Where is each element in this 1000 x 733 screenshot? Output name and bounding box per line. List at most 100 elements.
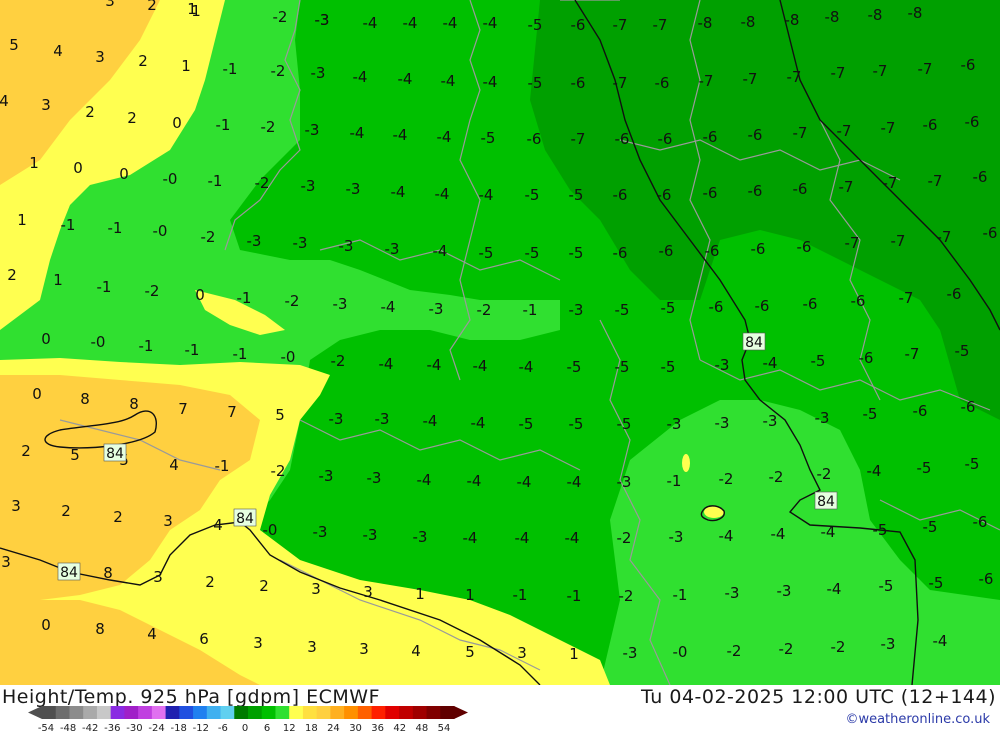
temperature-label: -6 xyxy=(983,224,998,242)
scale-tick-label: -36 xyxy=(104,723,120,732)
temperature-label: -5 xyxy=(567,358,582,376)
temperature-label: -6 xyxy=(615,130,630,148)
temperature-label: 2 xyxy=(147,0,157,14)
temperature-label: -5 xyxy=(525,244,540,262)
temperature-label: 3 xyxy=(105,0,115,10)
temperature-label: -4 xyxy=(381,298,396,316)
temperature-label: 3 xyxy=(153,568,163,586)
temperature-label: -8 xyxy=(785,11,800,29)
scale-tick-label: 18 xyxy=(305,723,318,732)
temperature-label: -3 xyxy=(413,528,428,546)
temperature-label: 1 xyxy=(465,586,475,604)
temperature-label: -4 xyxy=(403,14,418,32)
temperature-label: -4 xyxy=(398,70,413,88)
color-swatch xyxy=(440,706,455,719)
color-swatch xyxy=(124,706,139,719)
temperature-label: -3 xyxy=(715,414,730,432)
temperature-label: -1 xyxy=(108,219,123,237)
color-swatch xyxy=(248,706,263,719)
temperature-label: -1 xyxy=(223,60,238,78)
scale-tick-label: -6 xyxy=(218,723,228,732)
temperature-label: -6 xyxy=(659,242,674,260)
temperature-label: -8 xyxy=(741,13,756,31)
contour-label-84: 84 xyxy=(233,508,257,527)
temperature-label: -7 xyxy=(613,16,628,34)
svg-text:84: 84 xyxy=(745,335,763,351)
temperature-label: -6 xyxy=(703,184,718,202)
temperature-label: -6 xyxy=(748,182,763,200)
temperature-label: -1 xyxy=(237,289,252,307)
scale-arrow-right xyxy=(454,706,468,719)
color-swatch xyxy=(151,706,167,719)
temperature-label: -4 xyxy=(827,580,842,598)
temperature-label: -5 xyxy=(615,358,630,376)
temperature-label: -5 xyxy=(617,415,632,433)
temperature-label: -4 xyxy=(471,414,486,432)
temperature-label: -5 xyxy=(481,129,496,147)
temperature-label: -2 xyxy=(769,468,784,486)
temperature-label: -3 xyxy=(763,412,778,430)
temperature-label: -3 xyxy=(315,11,330,29)
temperature-label: -1 xyxy=(185,341,200,359)
temperature-label: -4 xyxy=(567,473,582,491)
temperature-label: -5 xyxy=(917,459,932,477)
temperature-label: -3 xyxy=(569,301,584,319)
temperature-label: -0 xyxy=(91,333,106,351)
temperature-label: -7 xyxy=(905,345,920,363)
temperature-label: -5 xyxy=(923,518,938,536)
temperature-label: 4 xyxy=(169,456,179,474)
temperature-label: 0 xyxy=(41,330,51,348)
color-swatch xyxy=(385,706,400,719)
temperature-label: -3 xyxy=(881,635,896,653)
color-swatch xyxy=(357,706,373,719)
temperature-label: -1 xyxy=(673,586,688,604)
temperature-label: -2 xyxy=(619,587,634,605)
temperature-label: 4 xyxy=(53,42,63,60)
temperature-label: -6 xyxy=(913,402,928,420)
temperature-label: -4 xyxy=(437,128,452,146)
temperature-label: 1 xyxy=(29,154,39,172)
temperature-label: -2 xyxy=(145,282,160,300)
scale-tick-label: 24 xyxy=(327,723,340,732)
temperature-label: -6 xyxy=(703,128,718,146)
temperature-label: 2 xyxy=(113,508,123,526)
temperature-label: -2 xyxy=(831,638,846,656)
temperature-label: -6 xyxy=(797,238,812,256)
temperature-label: -1 xyxy=(215,457,230,475)
temperature-label: -4 xyxy=(479,186,494,204)
temperature-label: -5 xyxy=(929,574,944,592)
scale-tick-label: -18 xyxy=(170,723,186,732)
temperature-label: -7 xyxy=(793,124,808,142)
color-swatch xyxy=(261,706,276,719)
credit-link[interactable]: ©weatheronline.co.uk xyxy=(845,712,990,727)
temperature-label: -5 xyxy=(879,577,894,595)
color-swatch xyxy=(316,706,331,719)
temperature-label: -4 xyxy=(515,529,530,547)
temperature-label: 4 xyxy=(0,92,9,110)
temperature-label: 7 xyxy=(227,403,237,421)
color-swatch xyxy=(110,706,125,719)
temperature-label: -2 xyxy=(779,640,794,658)
temperature-label: -4 xyxy=(519,358,534,376)
color-swatch xyxy=(412,706,428,719)
temperature-label: -2 xyxy=(331,352,346,370)
temperature-label: -6 xyxy=(859,349,874,367)
temperature-label: -4 xyxy=(363,14,378,32)
temperature-label: -3 xyxy=(623,644,638,662)
temperature-label: -5 xyxy=(955,342,970,360)
temperature-label: -7 xyxy=(937,228,952,246)
temperature-label: -6 xyxy=(613,244,628,262)
color-swatch xyxy=(193,706,208,719)
temperature-label: -5 xyxy=(569,186,584,204)
scale-tick-label: -42 xyxy=(82,723,98,732)
temperature-label: 3 xyxy=(359,640,369,658)
temperature-label: -6 xyxy=(973,513,988,531)
temperature-label: -5 xyxy=(873,521,888,539)
temperature-label: -0 xyxy=(163,170,178,188)
temperature-label: -7 xyxy=(928,172,943,190)
temperature-label: -7 xyxy=(743,70,758,88)
color-swatch xyxy=(302,706,318,719)
temperature-label: -1 xyxy=(97,278,112,296)
temperature-label: 3 xyxy=(11,497,21,515)
temperature-label: -5 xyxy=(661,299,676,317)
